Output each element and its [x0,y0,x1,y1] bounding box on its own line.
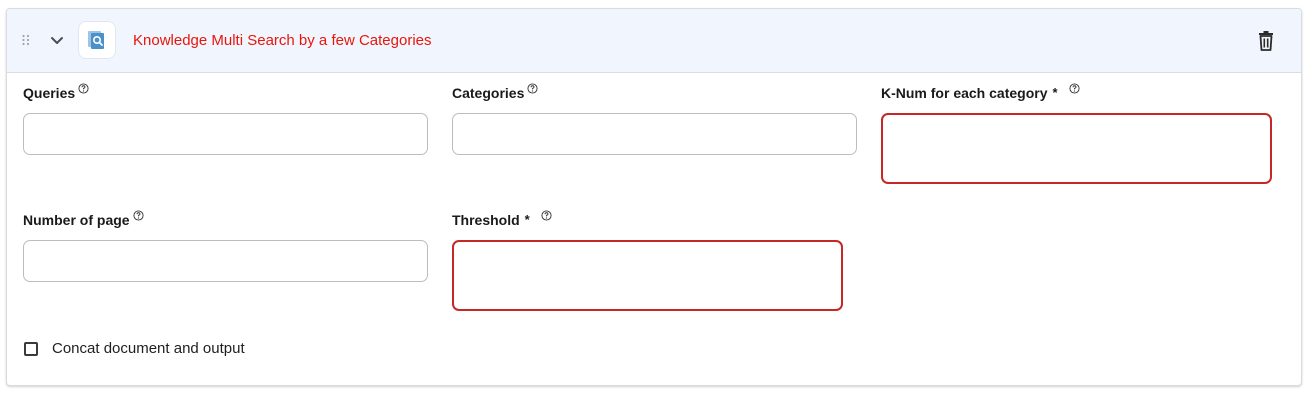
categories-label-text: Categories [452,85,525,101]
help-icon[interactable] [527,83,538,94]
threshold-label: Threshold * [452,210,552,228]
queries-label: Queries [23,83,89,101]
node-header: Knowledge Multi Search by a few Categori… [7,9,1301,73]
document-search-icon [78,21,116,59]
required-asterisk: * [1052,85,1058,100]
node-card: Knowledge Multi Search by a few Categori… [6,8,1302,386]
help-icon[interactable] [133,210,144,221]
categories-input[interactable] [452,113,857,155]
concat-label: Concat document and output [52,340,245,357]
threshold-input[interactable] [452,240,843,311]
node-title: Knowledge Multi Search by a few Categori… [133,32,432,49]
threshold-label-text: Threshold [452,212,520,228]
number-of-page-input[interactable] [23,240,428,282]
k-num-label: K-Num for each category * [881,83,1080,101]
drag-handle-icon[interactable] [21,33,31,47]
number-of-page-label: Number of page [23,210,144,228]
queries-input[interactable] [23,113,428,155]
categories-label: Categories [452,83,538,101]
help-icon[interactable] [78,83,89,94]
concat-option[interactable]: Concat document and output [24,340,245,357]
k-num-label-text: K-Num for each category [881,85,1048,101]
required-asterisk: * [524,212,530,227]
trash-icon[interactable] [1256,30,1276,52]
help-icon[interactable] [541,210,552,221]
chevron-down-icon[interactable] [48,31,66,49]
help-icon[interactable] [1069,83,1080,94]
k-num-input[interactable] [881,113,1272,184]
queries-label-text: Queries [23,85,76,101]
number-of-page-label-text: Number of page [23,212,130,228]
concat-checkbox[interactable] [24,341,38,356]
